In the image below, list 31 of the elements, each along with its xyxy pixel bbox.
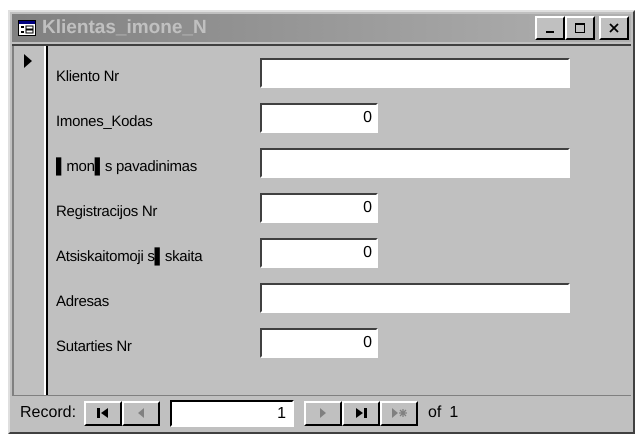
close-icon bbox=[609, 23, 619, 33]
field-label: Atsiskaitomoji s▌skaita bbox=[55, 248, 204, 265]
last-record-button[interactable] bbox=[342, 400, 380, 426]
minimize-button[interactable] bbox=[535, 16, 565, 40]
minimize-icon bbox=[546, 31, 554, 33]
record-number-field[interactable]: 1 bbox=[170, 400, 294, 426]
record-label: Record: bbox=[20, 404, 76, 422]
form-icon bbox=[18, 20, 36, 36]
maximize-icon bbox=[575, 23, 585, 33]
close-button[interactable] bbox=[599, 16, 629, 40]
maximize-button[interactable] bbox=[565, 16, 595, 40]
field-label: Kliento Nr bbox=[55, 68, 120, 85]
of-label: of bbox=[428, 404, 442, 422]
last-icon bbox=[353, 407, 370, 419]
input-field[interactable] bbox=[260, 283, 570, 313]
input-field[interactable]: 0 bbox=[260, 193, 378, 223]
field-label: ▌mon▌s pavadinimas bbox=[55, 158, 198, 175]
window-title: Klientas_imone_N bbox=[42, 17, 207, 39]
new-record-icon bbox=[391, 407, 408, 419]
input-field[interactable] bbox=[260, 148, 570, 178]
input-field[interactable]: 0 bbox=[260, 103, 378, 133]
field-label: Registracijos Nr bbox=[55, 203, 158, 220]
field-label: Sutarties Nr bbox=[55, 338, 133, 355]
input-field[interactable]: 0 bbox=[260, 328, 378, 358]
record-selector[interactable] bbox=[12, 46, 46, 395]
field-label: Imones_Kodas bbox=[55, 113, 154, 130]
first-record-button[interactable] bbox=[84, 400, 122, 426]
field-label: Adresas bbox=[55, 293, 110, 310]
record-count: 1 bbox=[449, 404, 458, 422]
input-field[interactable] bbox=[260, 58, 570, 88]
input-field[interactable]: 0 bbox=[260, 238, 378, 268]
